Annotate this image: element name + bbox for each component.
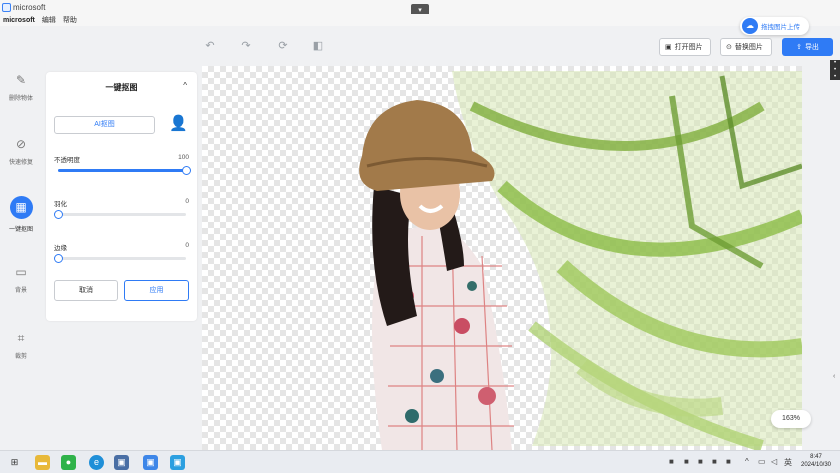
nav-label: 删除物体 [8, 96, 33, 102]
start-icon[interactable]: ⊞ [7, 455, 22, 470]
opacity-value: 100 [178, 154, 189, 161]
feather-value: 0 [185, 198, 189, 205]
nav-label: 背景 [14, 288, 27, 294]
edge-slider-thumb[interactable] [53, 254, 63, 263]
app-taskbar-icon-3[interactable]: ▣ [170, 455, 185, 470]
upload-float-button[interactable]: ☁ 拖拽图片上传 [740, 17, 809, 35]
image-icon: ▣ [665, 44, 672, 51]
chevron-up-icon[interactable]: ^ [183, 81, 187, 90]
opacity-label: 不透明度 [54, 157, 80, 164]
taskbar: ⊞ ▬ ● e ▣ ▣ ▣ ■ ■ ■ ■ ■ ^ ▭ ◁ 英 8:47 202… [0, 450, 840, 473]
folder-icon[interactable]: ▬ [35, 455, 50, 470]
upload-float-label: 拖拽图片上传 [761, 24, 800, 31]
edge-slider[interactable] [58, 257, 186, 260]
menu-bar: microsoft 编辑 帮助 [0, 14, 840, 26]
nav-item-cutout[interactable]: ▦ 一键抠图 [0, 196, 42, 233]
cutout-panel: 一键抠图 ^ AI抠图 👤 不透明度 100 羽化 0 边缘 0 取消 应用 [46, 72, 197, 321]
undo-icon[interactable]: ↶ [204, 40, 216, 52]
zoom-indicator[interactable]: 163% [771, 410, 811, 428]
background-icon: ▭ [15, 265, 27, 279]
volume-icon[interactable]: ◁ [771, 457, 777, 466]
system-clock[interactable]: 8:47 2024/10/30 [796, 453, 836, 469]
crop-icon: ⌗ [17, 331, 25, 345]
cutout-chip-icon: ▦ [9, 196, 33, 219]
tray-icon-4[interactable]: ■ [712, 457, 717, 466]
compare-icon[interactable]: ◧ [312, 40, 324, 52]
person-icon[interactable]: 👤 [169, 114, 188, 132]
tray-icon-5[interactable]: ■ [726, 457, 731, 466]
chevron-up-tray-icon[interactable]: ^ [745, 457, 749, 466]
opacity-slider[interactable] [58, 169, 186, 172]
side-handle[interactable]: • • • [830, 60, 840, 80]
redo-icon[interactable]: ↷ [240, 40, 252, 52]
export-label: 导出 [804, 44, 819, 51]
open-image-label: 打开图片 [674, 44, 703, 51]
ai-cutout-button[interactable]: AI抠图 [54, 116, 155, 134]
feather-slider[interactable] [58, 213, 186, 216]
window-title: microsoft [13, 2, 46, 12]
network-icon[interactable]: ▭ [758, 457, 766, 466]
editing-canvas[interactable] [202, 66, 802, 450]
export-icon: ⇪ [796, 44, 802, 51]
menu-item-help[interactable]: 帮助 [63, 15, 77, 25]
edge-label: 边缘 [54, 245, 67, 252]
nav-item-background[interactable]: ▭ 背景 [0, 264, 42, 294]
feather-slider-thumb[interactable] [53, 210, 63, 219]
clock-time: 8:47 [810, 454, 822, 460]
nav-item-crop[interactable]: ⌗ 裁剪 [0, 330, 42, 360]
ime-indicator[interactable]: 英 [784, 457, 792, 468]
cancel-button[interactable]: 取消 [54, 280, 118, 301]
eraser-icon: ✎ [15, 73, 27, 87]
app-icon [2, 2, 11, 12]
clock-date: 2024/10/30 [800, 462, 832, 468]
edge-browser-icon[interactable]: e [89, 455, 104, 470]
tray-icon-3[interactable]: ■ [698, 457, 703, 466]
menu-item-edit[interactable]: 编辑 [42, 15, 56, 25]
nav-item-remove-object[interactable]: ✎ 删除物体 [0, 72, 42, 102]
title-bar: microsoft ▾ [0, 0, 840, 17]
nav-label: 快速修复 [8, 160, 33, 166]
cloud-icon: ☁ [742, 18, 758, 34]
apply-button[interactable]: 应用 [124, 280, 189, 301]
left-nav: ✎ 删除物体 ⊘ 快速修复 ▦ 一键抠图 ▭ 背景 ⌗ 裁剪 [0, 66, 42, 450]
app-window: { "window": { "title": "microsoft" }, "m… [0, 0, 840, 473]
nav-item-quick-fix[interactable]: ⊘ 快速修复 [0, 136, 42, 166]
nav-label: 裁剪 [14, 354, 27, 360]
chevron-right-icon[interactable]: ‹ [833, 373, 835, 380]
replace-image-label: 替换图片 [734, 44, 763, 51]
app-taskbar-icon[interactable]: ▣ [114, 455, 129, 470]
app-taskbar-icon-2[interactable]: ▣ [143, 455, 158, 470]
wechat-icon[interactable]: ● [61, 455, 76, 470]
opacity-slider-thumb[interactable] [181, 166, 191, 175]
top-toolbar [0, 26, 840, 66]
panel-title: 一键抠图 [105, 83, 138, 92]
feather-label: 羽化 [54, 201, 67, 208]
nav-label: 一键抠图 [8, 227, 33, 233]
opacity-slider-fill [58, 169, 186, 172]
replace-image-button[interactable]: ⊙ 替换图片 [720, 38, 772, 56]
export-button[interactable]: ⇪ 导出 [782, 38, 833, 56]
tray-icon-2[interactable]: ■ [684, 457, 689, 466]
edge-value: 0 [185, 242, 189, 249]
swap-icon: ⊙ [726, 44, 732, 51]
tray-icon-1[interactable]: ■ [669, 457, 674, 466]
bandage-icon: ⊘ [15, 137, 27, 151]
menu-brand[interactable]: microsoft [3, 17, 35, 24]
cutout-image [359, 71, 802, 450]
reset-icon[interactable]: ⟳ [277, 40, 289, 52]
open-image-button[interactable]: ▣ 打开图片 [659, 38, 711, 56]
